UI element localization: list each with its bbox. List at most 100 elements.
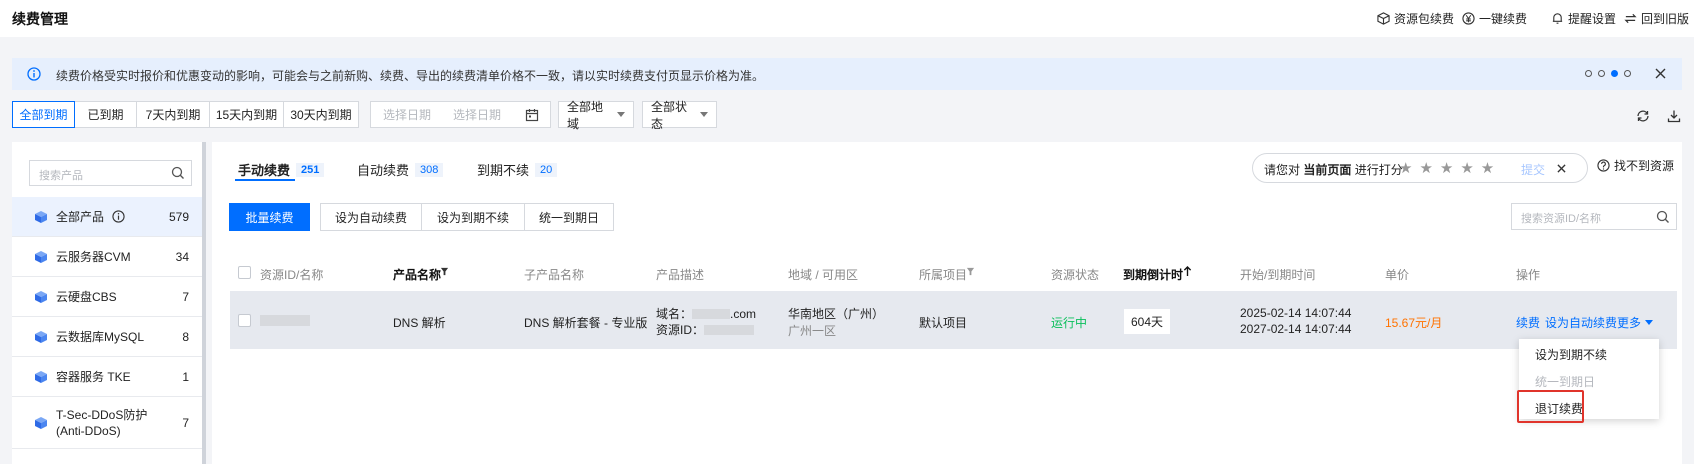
filter-expired[interactable]: 已到期 [74,101,137,128]
bell-icon [1552,13,1563,24]
sidebar-item-all-products[interactable]: 全部产品 579 [12,197,206,237]
chevron-down-icon [700,112,708,117]
cell-desc-id: 资源ID： [656,321,755,338]
cannot-find-resource-link[interactable]: 找不到资源 [1597,157,1674,174]
cell-end-time: 2027-02-14 14:07:44 [1240,322,1352,336]
cell-countdown: 604天 [1124,309,1171,334]
rating-emphasis: 当前页面 [1303,163,1352,177]
date-range-picker[interactable]: 选择日期 选择日期 [370,101,551,128]
col-header-price: 单价 [1385,268,1410,282]
pager-dot-2[interactable] [1598,70,1605,77]
tab-label: 到期不续 [477,163,530,178]
col-header-subproduct: 子产品名称 [524,268,585,282]
col-header-project: 所属项目 [919,268,968,282]
sidebar-item-mysql[interactable]: 云数据库MySQL 8 [12,317,206,357]
sidebar-scrollbar[interactable] [202,142,206,464]
highlight-box [1517,390,1584,423]
yuan-icon [1462,12,1475,25]
rating-prompt: 请您对 当前页面 进行打分 [1264,161,1403,178]
sidebar-item-cbs[interactable]: 云硬盘CBS 7 [12,277,206,317]
pager-dot-4[interactable] [1624,70,1631,77]
cannot-find-resource-label: 找不到资源 [1614,159,1675,173]
cell-desc-domain: 域名： .com [656,305,756,322]
set-no-renew-button[interactable]: 设为到期不续 [421,203,525,231]
cube-icon [35,210,47,223]
sidebar-item-ddos[interactable]: T-Sec-DDoS防护(Anti-DDoS) 7 [12,397,206,449]
sidebar-item-count: 1 [182,369,189,384]
region-select[interactable]: 全部地域 [558,100,634,131]
unify-expiry-button[interactable]: 统一到期日 [524,203,614,231]
col-header-ops: 操作 [1516,268,1541,282]
info-icon[interactable] [112,210,125,223]
sidebar-item-count: 7 [182,289,189,304]
rating-suffix: 进行打分 [1354,163,1403,177]
tab-auto-renew[interactable]: 自动续费 308 [357,160,444,179]
filter-15-days[interactable]: 15天内到期 [209,101,284,128]
more-label: 更多 [1617,316,1642,330]
tab-no-renew[interactable]: 到期不续 20 [477,160,558,179]
sidebar-item-label: 云数据库MySQL [56,330,145,344]
resource-search-input[interactable]: 搜索资源ID/名称 [1511,203,1677,230]
filter-icon[interactable] [966,267,975,276]
pager-dot-1[interactable] [1585,70,1592,77]
cell-status: 运行中 [1051,316,1088,330]
sidebar-item-tke[interactable]: 容器服务 TKE 1 [12,357,206,397]
cell-subproduct: DNS 解析套餐 - 专业版 [524,316,648,330]
download-icon[interactable] [1667,109,1681,123]
cube-icon [35,370,47,383]
sort-up-icon[interactable] [1183,266,1192,277]
tab-count-badge: 20 [535,162,558,177]
rating-prefix: 请您对 [1264,163,1301,177]
help-icon [1597,159,1610,172]
tab-manual-renew[interactable]: 手动续费 251 [238,160,325,179]
date-start-placeholder: 选择日期 [383,108,432,122]
back-to-old-label: 回到旧版 [1641,12,1690,26]
page-rating-widget: 请您对 当前页面 进行打分 ★★★★★ 提交 [1252,153,1588,183]
close-icon[interactable] [1655,68,1666,79]
sidebar-item-cvm[interactable]: 云服务器CVM 34 [12,237,206,277]
back-to-old-link[interactable]: 回到旧版 [1624,10,1689,27]
cube-icon [35,250,47,263]
col-header-countdown[interactable]: 到期倒计时 [1123,266,1183,283]
search-icon[interactable] [171,166,185,180]
cube-icon [35,290,47,303]
sidebar-item-label: T-Sec-DDoS防护(Anti-DDoS) [56,407,148,438]
col-header-time: 开始/到期时间 [1240,268,1316,282]
row-checkbox[interactable] [238,314,251,327]
reminder-settings-link[interactable]: 提醒设置 [1551,10,1616,27]
product-search-input[interactable]: 搜索产品 [29,160,192,186]
filter-7-days[interactable]: 7天内到期 [136,101,210,128]
tab-count-badge: 251 [296,162,325,177]
pager-dot-3[interactable] [1611,70,1618,77]
cell-price: 15.67元/月 [1385,316,1443,330]
select-all-checkbox[interactable] [238,266,251,279]
status-select[interactable]: 全部状态 [642,100,717,131]
menu-item-no-renew[interactable]: 设为到期不续 [1535,346,1607,363]
set-auto-renew-button[interactable]: 设为自动续费 [320,203,422,231]
one-click-renew-link[interactable]: 一键续费 [1462,10,1527,27]
package-icon [1377,12,1390,25]
set-auto-renew-link[interactable]: 设为自动续费 [1545,314,1617,331]
renew-link[interactable]: 续费 [1516,314,1540,331]
star-rating[interactable]: ★★★★★ [1399,159,1501,177]
filter-all-expiry[interactable]: 全部到期 [12,101,75,128]
filter-icon[interactable] [440,267,449,276]
sidebar-item-count: 579 [168,209,189,224]
search-icon[interactable] [1656,210,1670,224]
batch-renew-button[interactable]: 批量续费 [229,203,310,231]
sidebar-item-label: 全部产品 [56,210,105,224]
filter-30-days[interactable]: 30天内到期 [283,101,359,128]
rating-submit-button[interactable]: 提交 [1521,161,1545,178]
cell-project: 默认项目 [919,316,968,330]
refresh-icon[interactable] [1636,109,1650,123]
sidebar-item-count: 34 [175,249,189,264]
package-renew-link[interactable]: 资源包续费 [1377,10,1454,27]
domain-prefix: 域名： [656,307,693,321]
sidebar-item-count: 8 [182,329,189,344]
page-title: 续费管理 [12,11,68,27]
redacted-resource-id [260,315,310,326]
switch-icon [1624,13,1637,24]
col-header-id: 资源ID/名称 [260,268,324,282]
close-icon[interactable] [1557,164,1566,173]
more-dropdown[interactable]: 更多 [1617,314,1654,331]
